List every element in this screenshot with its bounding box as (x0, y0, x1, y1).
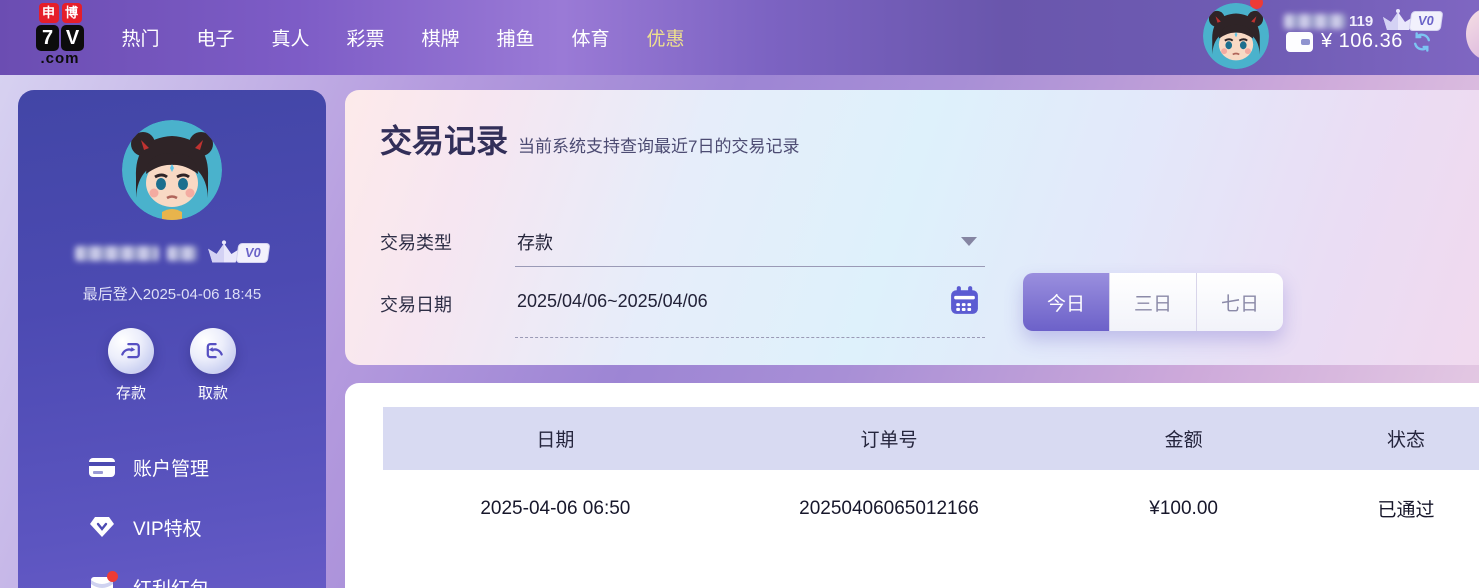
range-button-3days[interactable]: 三日 (1109, 273, 1196, 331)
transaction-table-panel: 日期 订单号 金额 状态 2025-04-06 06:50 2025040606… (345, 383, 1479, 588)
sidebar-item-label: VIP特权 (133, 514, 202, 541)
nav-item-sports[interactable]: 体育 (553, 24, 628, 51)
brand-logo[interactable]: 申 博 7 V .com (24, 3, 96, 67)
sidebar-item-bonus-redpacket[interactable]: 红利红包 (18, 557, 326, 588)
deposit-icon (118, 338, 144, 364)
withdraw-icon (200, 338, 226, 364)
avatar-illustration (1203, 3, 1269, 69)
sidebar-item-account-management[interactable]: 账户管理 (18, 437, 326, 497)
username-blurred (1284, 14, 1346, 29)
balance-amount: ¥ 106.36 (1321, 30, 1403, 53)
transaction-filter-panel: 交易记录 当前系统支持查询最近7日的交易记录 交易类型 存款 交易日期 2025… (345, 90, 1479, 365)
table-row[interactable]: 2025-04-06 06:50 20250406065012166 ¥100.… (383, 495, 1479, 522)
chevron-down-icon[interactable] (961, 237, 977, 246)
bank-card-icon (89, 458, 115, 477)
sidebar-menu: 账户管理 VIP特权 红利红包 (18, 437, 326, 588)
sidebar-item-label: 账户管理 (133, 454, 209, 481)
user-avatar[interactable] (1203, 3, 1269, 69)
edge-partial-avatar[interactable] (1466, 8, 1479, 60)
nav-item-fishing[interactable]: 捕鱼 (478, 24, 553, 51)
table-header-row: 日期 订单号 金额 状态 (383, 407, 1479, 470)
main-nav: 热门 电子 真人 彩票 棋牌 捕鱼 体育 优惠 (103, 0, 703, 75)
nav-item-lottery[interactable]: 彩票 (328, 24, 403, 51)
sidebar-user-row: V0 (18, 240, 326, 266)
logo-char: 申 (39, 3, 59, 23)
logo-char: V (61, 25, 84, 51)
page-subtitle: 当前系统支持查询最近7日的交易记录 (518, 132, 799, 157)
range-button-today[interactable]: 今日 (1023, 273, 1109, 331)
deposit-button[interactable]: 存款 (108, 328, 154, 403)
date-range-input[interactable]: 2025/04/06~2025/04/06 (517, 291, 708, 312)
column-header-date: 日期 (383, 425, 728, 452)
nav-item-promotions[interactable]: 优惠 (628, 24, 703, 51)
transaction-type-select[interactable]: 存款 (517, 229, 553, 255)
avatar-illustration (122, 120, 222, 220)
logo-char: 博 (62, 3, 82, 23)
sidebar-item-label: 红利红包 (133, 574, 209, 588)
divider (515, 266, 985, 267)
notification-dot (107, 571, 118, 582)
wallet-icon (1286, 32, 1313, 52)
username-blurred (75, 246, 159, 261)
vip-badge: V0 (1409, 11, 1444, 31)
username-blurred (167, 246, 197, 261)
page-title: 交易记录 (380, 116, 508, 162)
account-sidebar: V0 最后登入2025-04-06 18:45 存款 取 (18, 90, 326, 588)
cell-amount: ¥100.00 (1050, 498, 1317, 520)
calendar-icon[interactable] (948, 284, 981, 317)
column-header-amount: 金额 (1050, 425, 1317, 452)
vip-badge: V0 (236, 243, 271, 263)
column-header-status: 状态 (1317, 425, 1479, 452)
balance-row: ¥ 106.36 (1286, 30, 1433, 53)
username-suffix: 119 (1349, 13, 1373, 30)
cell-date: 2025-04-06 06:50 (383, 498, 728, 520)
last-login-text: 最后登入2025-04-06 18:45 (18, 283, 326, 304)
cell-status: 已通过 (1317, 495, 1479, 522)
column-header-order-no: 订单号 (728, 425, 1050, 452)
transaction-date-label: 交易日期 (380, 291, 452, 317)
nav-item-live[interactable]: 真人 (253, 24, 328, 51)
deposit-label: 存款 (108, 382, 154, 403)
logo-suffix: .com (24, 51, 96, 67)
withdraw-label: 取款 (190, 382, 236, 403)
notification-dot (1250, 0, 1263, 9)
nav-item-board[interactable]: 棋牌 (403, 24, 478, 51)
refresh-icon[interactable] (1411, 31, 1433, 53)
top-navbar: 申 博 7 V .com 热门 电子 真人 彩票 棋牌 捕鱼 体育 优惠 (0, 0, 1479, 75)
sidebar-avatar[interactable] (122, 120, 222, 220)
transaction-type-label: 交易类型 (380, 229, 452, 255)
date-range-quick-buttons: 今日 三日 七日 (1023, 273, 1283, 331)
nav-item-slots[interactable]: 电子 (178, 24, 253, 51)
sidebar-item-vip-privileges[interactable]: VIP特权 (18, 497, 326, 557)
withdraw-button[interactable]: 取款 (190, 328, 236, 403)
cell-order-no: 20250406065012166 (728, 498, 1050, 520)
diamond-icon (89, 516, 115, 538)
divider-dashed (515, 337, 985, 338)
nav-item-hot[interactable]: 热门 (103, 24, 178, 51)
logo-char: 7 (36, 25, 59, 51)
range-button-7days[interactable]: 七日 (1196, 273, 1283, 331)
vip-level-indicator[interactable]: V0 (205, 240, 269, 266)
quick-actions: 存款 取款 (18, 328, 326, 403)
